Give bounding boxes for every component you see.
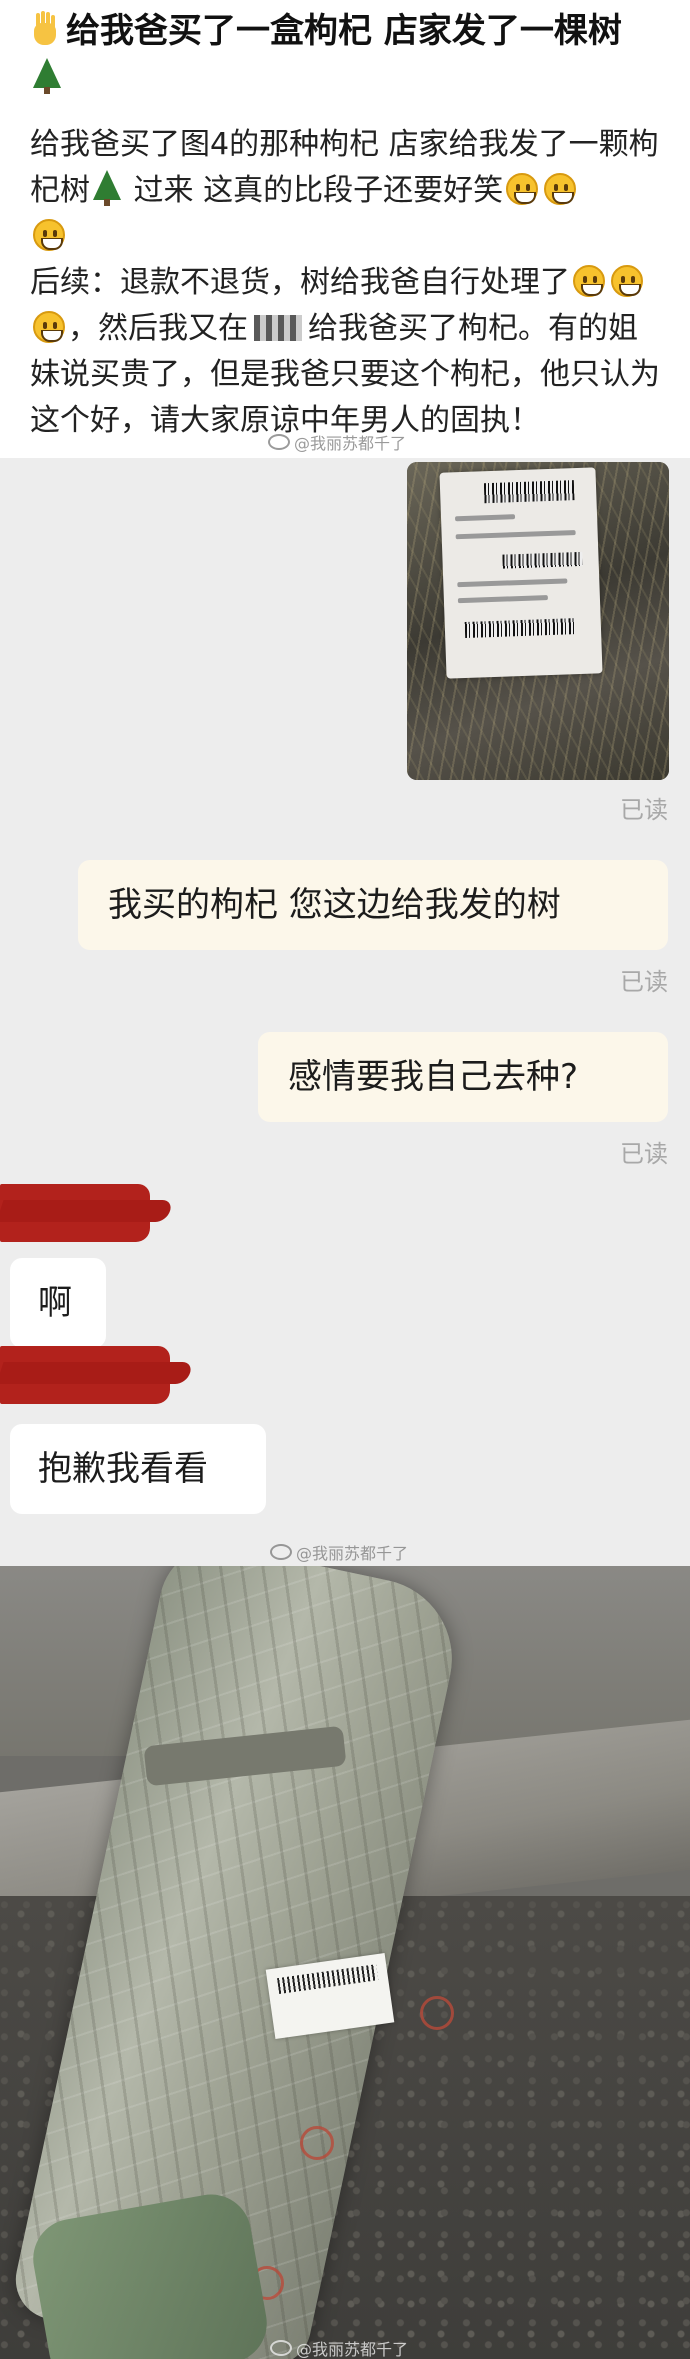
post-paragraph-1-text-b: 过来 这真的比段子还要好笑 xyxy=(124,173,504,208)
redacted-avatar-name xyxy=(0,1184,150,1242)
chat-bubble-outgoing[interactable]: 我买的枸杞 您这边给我发的树 xyxy=(78,860,668,950)
weibo-logo-icon xyxy=(268,434,290,450)
post-text-block: 给我爸买了一盒枸杞 店家发了一棵树 给我爸买了图4的那种枸杞 店家给我发了一颗枸… xyxy=(0,0,690,458)
sack-print-mark xyxy=(420,1996,454,2030)
watermark-top: @我丽苏都千了 xyxy=(268,430,406,454)
watermark-top-text: @我丽苏都千了 xyxy=(294,434,407,453)
chat-bubble-incoming[interactable]: 抱歉我看看 xyxy=(10,1424,266,1514)
read-status: 已读 xyxy=(620,968,668,996)
post-title: 给我爸买了一盒枸杞 店家发了一棵树 xyxy=(30,8,660,100)
grinning-face-icon xyxy=(33,311,65,343)
evergreen-tree-icon xyxy=(93,170,121,206)
raised-hand-icon xyxy=(30,13,60,47)
watermark-bottom-text: @我丽苏都千了 xyxy=(296,2340,409,2359)
label-line xyxy=(457,578,568,588)
tree-package-photo[interactable]: @我丽苏都千了 xyxy=(0,1566,690,2359)
watermark-middle: @我丽苏都千了 xyxy=(270,1540,408,1564)
label-barcode xyxy=(464,618,576,638)
grinning-face-icon xyxy=(573,265,605,297)
evergreen-tree-icon xyxy=(33,58,61,94)
chat-screenshot: 已读 我买的枸杞 您这边给我发的树 已读 感情要我自己去种? 已读 啊 抱歉我看… xyxy=(0,458,690,1566)
redacted-avatar-name xyxy=(0,1346,170,1404)
read-status: 已读 xyxy=(620,1140,668,1168)
read-status: 已读 xyxy=(620,796,668,824)
grinning-face-icon xyxy=(33,219,65,251)
label-line xyxy=(455,530,576,540)
chat-bubble-outgoing[interactable]: 感情要我自己去种? xyxy=(258,1032,668,1122)
post-paragraph-2: 后续：退款不退货，树给我爸自行处理了 ，然后我又在 给我爸买了枸杞。有的姐妹说买贵… xyxy=(30,260,660,444)
label-line xyxy=(457,595,548,604)
label-line xyxy=(454,514,516,522)
watermark-bottom: @我丽苏都千了 xyxy=(270,2336,408,2359)
post-title-text: 给我爸买了一盒枸杞 店家发了一棵树 xyxy=(66,11,622,51)
grinning-face-icon xyxy=(506,173,539,205)
shipping-label-image xyxy=(439,467,603,679)
post-paragraph-1: 给我爸买了图4的那种枸杞 店家给我发了一颗枸杞树 过来 这真的比段子还要好笑 xyxy=(30,122,660,260)
label-barcode xyxy=(483,480,575,504)
grinning-face-icon xyxy=(544,173,577,205)
watermark-middle-text: @我丽苏都千了 xyxy=(296,1544,409,1563)
weibo-logo-icon xyxy=(270,1544,292,1560)
post-body: 给我爸买了图4的那种枸杞 店家给我发了一颗枸杞树 过来 这真的比段子还要好笑 后… xyxy=(30,122,660,444)
post-paragraph-2-text-a: 后续：退款不退货，树给我爸自行处理了 xyxy=(30,265,570,300)
sack-print-mark xyxy=(300,2126,334,2160)
chat-image-message[interactable] xyxy=(407,462,669,780)
censored-app-name xyxy=(254,315,302,341)
post-paragraph-2-text-b: ，然后我又在 xyxy=(68,311,248,346)
label-barcode xyxy=(502,551,583,569)
grinning-face-icon xyxy=(611,265,643,297)
weibo-logo-icon xyxy=(270,2340,292,2356)
chat-bubble-incoming[interactable]: 啊 xyxy=(10,1258,106,1348)
